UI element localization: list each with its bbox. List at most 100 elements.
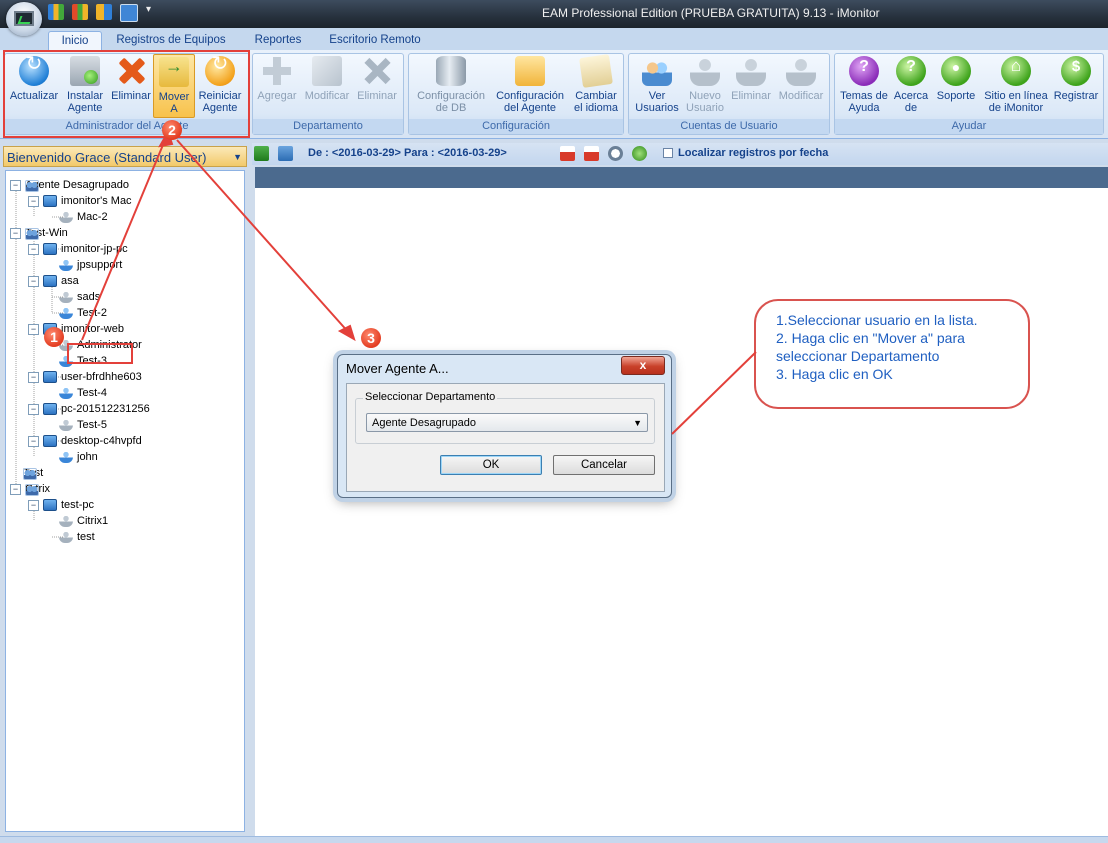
tree-node[interactable]: Test-4 — [59, 385, 107, 401]
tab-escritorio-remoto[interactable]: Escritorio Remoto — [322, 31, 428, 50]
tree-node[interactable]: −Citrix — [10, 481, 50, 497]
registrar-button[interactable]: Registrar — [1051, 56, 1101, 102]
tree-node[interactable]: − test-pc — [28, 497, 94, 513]
group-label: Departamento — [253, 119, 403, 134]
department-select[interactable]: Agente Desagrupado ▼ — [366, 413, 648, 432]
ok-button[interactable]: OK — [440, 455, 542, 475]
tree-node[interactable]: − pc-201512231256 — [28, 401, 150, 417]
localizar-checkbox[interactable]: Localizar registros por fecha — [663, 147, 828, 159]
collapse-toggle-icon[interactable]: − — [28, 275, 39, 287]
ver-usuarios-button[interactable]: Ver Usuarios — [631, 56, 683, 114]
app-logo[interactable] — [6, 2, 42, 36]
collapse-toggle-icon[interactable]: − — [28, 403, 39, 415]
tab-reportes[interactable]: Reportes — [246, 31, 310, 50]
collapse-toggle-icon[interactable]: − — [10, 227, 21, 239]
tree-node-label: Test-2 — [77, 307, 107, 319]
dialog-title: Mover Agente A... — [346, 361, 449, 376]
cancel-button[interactable]: Cancelar — [553, 455, 655, 475]
collapse-toggle-icon[interactable]: − — [28, 435, 39, 447]
configuracion-db-button[interactable]: Configuración de DB — [411, 56, 491, 114]
tree-node[interactable]: − imonitor's Mac — [28, 193, 132, 209]
chart-icon[interactable] — [48, 4, 64, 20]
collapse-toggle-icon[interactable]: − — [28, 323, 39, 335]
tree-node[interactable]: john — [59, 449, 98, 465]
modificar-usuario-button[interactable]: Modificar — [775, 56, 827, 102]
tree-node[interactable]: − Agente Desagrupado — [10, 177, 129, 193]
tree-node-label: desktop-c4hvpfd — [61, 435, 142, 447]
group-departamento: Agregar Modificar Eliminar Departamento — [252, 53, 404, 135]
excel-export-icon[interactable] — [254, 146, 269, 161]
tree-node[interactable]: Citrix1 — [59, 513, 108, 529]
refresh-date-icon[interactable] — [632, 146, 647, 161]
tree-node[interactable]: Test — [23, 465, 43, 481]
tree-node-label: Test-4 — [77, 387, 107, 399]
tree-node-label: Agente Desagrupado — [25, 179, 129, 191]
tree-node[interactable]: − imonitor-jp-pc — [28, 241, 128, 257]
new-user-icon — [690, 56, 720, 86]
close-button[interactable]: x — [621, 356, 665, 375]
tree-node[interactable]: − asa — [28, 273, 79, 289]
tree-node[interactable]: jpsupport — [59, 257, 122, 273]
user-gray-icon — [59, 211, 73, 224]
collapse-toggle-icon[interactable]: − — [28, 499, 39, 511]
cambiar-idioma-button[interactable]: Cambiar el idioma — [569, 54, 623, 114]
agregar-button[interactable]: Agregar — [255, 56, 299, 102]
clock-icon[interactable] — [608, 146, 623, 161]
title-bar: ▾ EAM Professional Edition (PRUEBA GRATU… — [0, 0, 1108, 28]
pc-icon — [43, 435, 57, 448]
collapse-toggle-icon[interactable]: − — [28, 371, 39, 383]
tree-node[interactable]: Test-2 — [59, 305, 107, 321]
dialog-body: Seleccionar Departamento Agente Desagrup… — [346, 383, 665, 492]
tab-registros-de-equipos[interactable]: Registros de Equipos — [108, 31, 234, 50]
tree-node[interactable]: − desktop-c4hvpfd — [28, 433, 142, 449]
stats-icon[interactable] — [96, 4, 112, 20]
monitor-icon[interactable] — [120, 4, 138, 22]
tab-inicio[interactable]: Inicio — [48, 31, 102, 51]
export-icon[interactable] — [278, 146, 293, 161]
tree-node[interactable]: Mac-2 — [59, 209, 108, 225]
pc-icon — [43, 499, 57, 512]
collapse-toggle-icon[interactable]: − — [10, 483, 21, 495]
left-panel: Bienvenido Grace (Standard User) ▼ − Agen… — [0, 142, 250, 836]
acerca-de-button[interactable]: Acerca de — [891, 56, 931, 114]
eliminar-usuario-button[interactable]: Eliminar — [727, 56, 775, 102]
pc-icon — [43, 195, 57, 208]
modificar-departamento-button[interactable]: Modificar — [301, 56, 353, 102]
welcome-dropdown[interactable]: Bienvenido Grace (Standard User) ▼ — [3, 146, 247, 167]
delete-icon — [362, 56, 392, 86]
help-icon — [849, 56, 879, 86]
highlight-agent-group — [3, 50, 250, 138]
step-marker-2: 2 — [162, 120, 182, 140]
chevron-down-icon: ▼ — [633, 418, 642, 428]
tree-node[interactable]: − imonitor-web — [28, 321, 124, 337]
fieldset-legend: Seleccionar Departamento — [363, 391, 498, 403]
eliminar-departamento-button[interactable]: Eliminar — [353, 56, 401, 102]
date-toolbar: De : <2016-03-29> Para : <2016-03-29> Lo… — [252, 143, 1108, 165]
calendar-from-icon[interactable] — [560, 146, 575, 161]
sitio-en-linea-button[interactable]: Sitio en línea de iMonitor — [981, 56, 1051, 114]
soporte-button[interactable]: Soporte — [931, 56, 981, 102]
pc-icon — [43, 275, 57, 288]
collapse-toggle-icon[interactable]: − — [10, 179, 21, 191]
bar-chart-icon[interactable] — [72, 4, 88, 20]
tree-node-label: imonitor's Mac — [61, 195, 132, 207]
tree-node-label: pc-201512231256 — [61, 403, 150, 415]
group-icon — [25, 180, 39, 192]
tree-node[interactable]: − user-bfrdhhe603 — [28, 369, 142, 385]
collapse-toggle-icon[interactable]: − — [28, 243, 39, 255]
collapse-toggle-icon[interactable]: − — [28, 195, 39, 207]
highlight-test-3 — [67, 343, 133, 364]
calendar-to-icon[interactable] — [584, 146, 599, 161]
tree-node[interactable]: − Test-Win — [10, 225, 68, 241]
dropdown-arrow-icon[interactable]: ▾ — [146, 4, 156, 20]
configuracion-agente-button[interactable]: Configuración del Agente — [491, 56, 569, 114]
tree-node-label: Mac-2 — [77, 211, 108, 223]
nuevo-usuario-button[interactable]: Nuevo Usuario — [683, 56, 727, 114]
records-area — [255, 188, 1108, 836]
step-marker-1: 1 — [44, 327, 64, 347]
temas-de-ayuda-button[interactable]: Temas de Ayuda — [837, 56, 891, 114]
tree-node[interactable]: Test-5 — [59, 417, 107, 433]
tree-node[interactable]: sads — [59, 289, 100, 305]
tree-node[interactable]: test — [59, 529, 95, 545]
tree-node-label: asa — [61, 275, 79, 287]
